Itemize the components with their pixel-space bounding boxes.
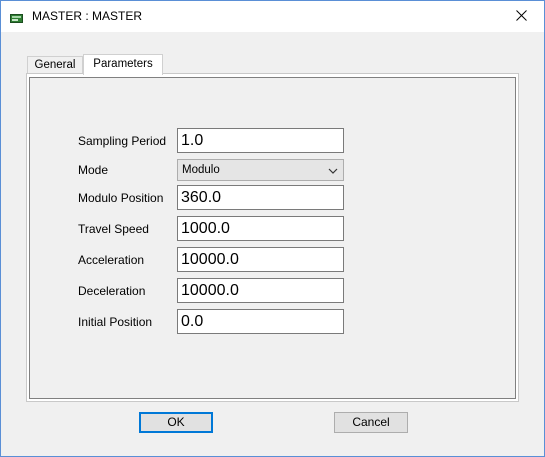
modulo-position-field[interactable] (177, 185, 344, 210)
acceleration-field[interactable] (177, 247, 344, 272)
travel-speed-field[interactable] (177, 216, 344, 241)
cancel-button-label: Cancel (352, 415, 390, 429)
ok-button[interactable]: OK (139, 412, 213, 433)
close-icon (515, 8, 527, 26)
modulo-position-label: Modulo Position (78, 191, 164, 205)
mode-select-value: Modulo (182, 164, 220, 176)
initial-position-label: Initial Position (78, 315, 153, 329)
cancel-button[interactable]: Cancel (334, 412, 408, 433)
window-title: MASTER : MASTER (32, 9, 143, 23)
chevron-down-icon (328, 166, 338, 174)
sampling-period-label: Sampling Period (78, 134, 167, 148)
mode-label: Mode (78, 163, 109, 177)
initial-position-field[interactable] (177, 309, 344, 334)
title-bar[interactable]: MASTER : MASTER (1, 1, 544, 32)
travel-speed-label: Travel Speed (78, 222, 149, 236)
ok-button-label: OK (167, 415, 185, 429)
dialog-window: MASTER : MASTER General Parameters Sampl… (0, 0, 545, 457)
deceleration-field[interactable] (177, 278, 344, 303)
deceleration-label: Deceleration (78, 284, 146, 298)
close-button[interactable] (498, 1, 544, 32)
tab-general-label: General (34, 59, 76, 71)
acceleration-label: Acceleration (78, 253, 145, 267)
mode-select[interactable]: Modulo (177, 159, 344, 181)
tab-general[interactable]: General (27, 56, 83, 74)
tab-parameters-label: Parameters (93, 58, 153, 70)
app-window-icon (10, 11, 24, 23)
sampling-period-field[interactable] (177, 128, 344, 153)
tab-parameters[interactable]: Parameters (83, 54, 163, 75)
